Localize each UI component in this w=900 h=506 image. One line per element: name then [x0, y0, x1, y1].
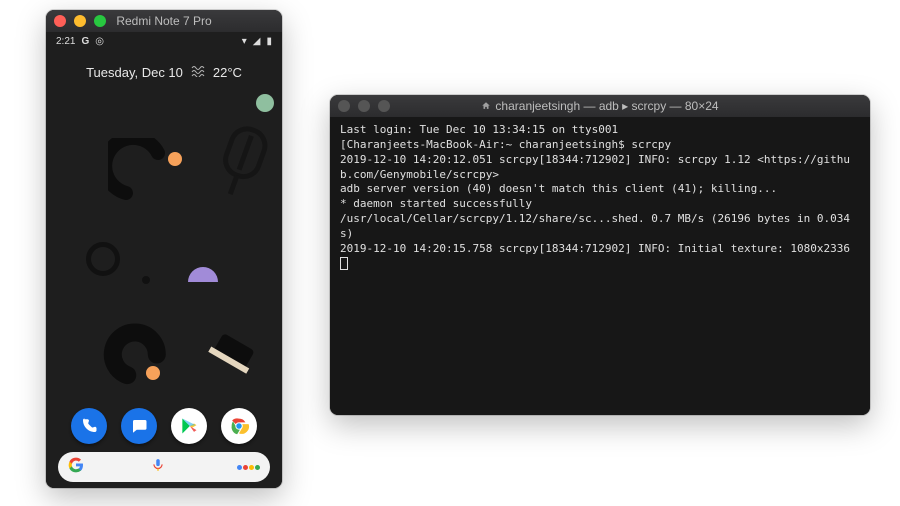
minimize-icon[interactable]	[358, 100, 370, 112]
google-g-icon	[68, 457, 84, 478]
google-search-bar[interactable]	[58, 452, 270, 482]
mic-icon[interactable]	[151, 458, 165, 477]
maximize-icon[interactable]	[94, 15, 106, 27]
scrcpy-titlebar[interactable]: Redmi Note 7 Pro	[46, 10, 282, 32]
wifi-icon: ▾	[242, 36, 247, 47]
clock-label: 2:21	[56, 36, 75, 47]
terminal-titlebar[interactable]: charanjeetsingh — adb ▸ scrcpy — 80×24	[330, 95, 870, 117]
date-label: Tuesday, Dec 10	[86, 65, 183, 80]
terminal-window-title: charanjeetsingh — adb ▸ scrcpy — 80×24	[330, 99, 870, 114]
terminal-output[interactable]: Last login: Tue Dec 10 13:34:15 on ttys0…	[330, 117, 870, 415]
date-weather-widget[interactable]: Tuesday, Dec 10 22°C	[46, 65, 282, 80]
close-icon[interactable]	[54, 15, 66, 27]
android-statusbar: 2:21 G ◎ ▾ ◢ ▮	[46, 32, 282, 49]
battery-icon: ▮	[266, 36, 272, 47]
maximize-icon[interactable]	[378, 100, 390, 112]
scrcpy-window[interactable]: Redmi Note 7 Pro 2:21 G ◎ ▾ ◢ ▮ Tuesday,…	[46, 10, 282, 488]
wallpaper-ring	[86, 242, 120, 276]
wallpaper-parallelogram	[201, 322, 264, 386]
minimize-icon[interactable]	[74, 15, 86, 27]
wallpaper-dot-orange	[168, 152, 182, 166]
play-store-icon[interactable]	[171, 408, 207, 444]
window-controls[interactable]	[338, 100, 390, 112]
wallpaper-popsicle	[205, 117, 277, 213]
signal-icon: ◢	[253, 36, 261, 47]
wallpaper-dot-green	[256, 94, 274, 112]
android-dock	[46, 408, 282, 444]
wallpaper-horseshoe	[78, 296, 187, 406]
home-icon	[481, 100, 491, 114]
messages-app-icon[interactable]	[121, 408, 157, 444]
phone-app-icon[interactable]	[71, 408, 107, 444]
google-dot-icon: G	[81, 36, 89, 47]
weather-icon	[191, 65, 205, 80]
terminal-cursor	[340, 257, 348, 270]
target-icon: ◎	[95, 36, 104, 47]
wallpaper-arc-dark	[108, 138, 178, 213]
close-icon[interactable]	[338, 100, 350, 112]
chrome-icon[interactable]	[221, 408, 257, 444]
window-controls[interactable]	[54, 15, 106, 27]
terminal-window[interactable]: charanjeetsingh — adb ▸ scrcpy — 80×24 L…	[330, 95, 870, 415]
android-screen[interactable]: 2:21 G ◎ ▾ ◢ ▮ Tuesday, Dec 10 22°C	[46, 32, 282, 488]
wallpaper-dot-orange2	[146, 366, 160, 380]
temperature-label: 22°C	[213, 65, 242, 80]
assistant-icon[interactable]	[237, 465, 260, 470]
wallpaper-halfcircle-purple	[186, 264, 220, 289]
wallpaper-dot-small	[142, 276, 150, 284]
